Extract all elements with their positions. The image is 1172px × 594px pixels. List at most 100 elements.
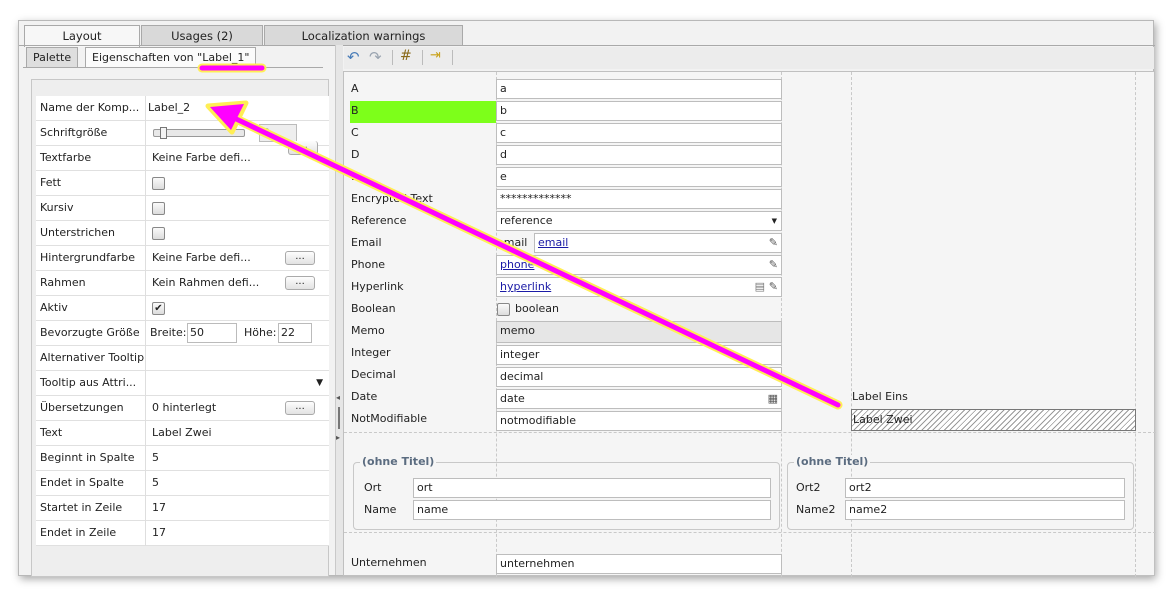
prop-tooltip-attr-value[interactable]: ▼ [147,371,329,396]
prop-row-start-col[interactable]: Beginnt in Spalte 5 [36,446,329,471]
grid-icon[interactable]: # [400,48,412,64]
prop-start-col-label: Beginnt in Spalte [36,446,146,471]
prop-text-label: Text [36,421,146,446]
email-prefix: email [497,236,528,249]
edit-icon[interactable]: ✎ [769,234,778,252]
reference-select[interactable]: reference ▼ [496,211,782,231]
prop-end-row-label: Endet in Zeile [36,521,146,546]
prop-row-end-row[interactable]: Endet in Zeile 17 [36,521,329,546]
width-label: Breite: [150,326,187,339]
prop-row-italic[interactable]: Kursiv [36,196,329,221]
prop-row-textcolor[interactable]: Textfarbe Keine Farbe defi... ... [36,141,329,171]
prop-start-col-value[interactable]: 5 [147,446,329,471]
email-link[interactable]: email [538,236,568,249]
prop-italic-value [147,196,329,221]
redo-icon[interactable]: ↷ [369,48,382,66]
decimal-input[interactable]: decimal [496,367,782,387]
unternehmen-input[interactable]: unternehmen [496,554,782,574]
phone-input[interactable]: phone ✎ [496,255,782,275]
underline-checkbox[interactable] [152,227,165,240]
field-label-reference: Reference [351,214,407,227]
label-zwei-selected[interactable]: Label Zwei [851,409,1136,431]
pane-splitter[interactable]: ◂ ▸ [335,45,343,575]
border-browse-button[interactable]: ... [285,276,315,290]
prop-row-name[interactable]: Name der Komp... Label_2 [36,96,329,121]
insert-icon[interactable]: ⇥ [430,48,441,63]
memo-input[interactable]: memo [496,321,782,343]
collapse-left-icon[interactable]: ◂ [336,393,340,402]
slider-thumb[interactable] [160,127,167,139]
prop-end-col-value[interactable]: 5 [147,471,329,496]
calendar-icon[interactable]: ▦ [768,390,778,408]
tab-properties[interactable]: Eigenschaften von "Label_1" [85,47,257,67]
field-a-input[interactable]: a [496,79,782,99]
name2-input[interactable]: name2 [845,500,1125,520]
name-input[interactable]: name [413,500,771,520]
bold-checkbox[interactable] [152,177,165,190]
prop-row-underline[interactable]: Unterstrichen [36,221,329,246]
prop-text-value[interactable]: Label Zwei [147,421,329,446]
width-input[interactable]: 50 [187,323,237,343]
field-b-input[interactable]: b [496,101,782,121]
prop-row-border[interactable]: Rahmen Kein Rahmen defi... ... [36,271,329,296]
fontsize-slider[interactable] [153,127,245,139]
tab-palette[interactable]: Palette [26,47,79,67]
document-icon[interactable]: ▤ [755,278,765,296]
notmodifiable-input[interactable]: notmodifiable [496,411,782,431]
prop-row-alt-tooltip[interactable]: Alternativer Tooltip [36,346,329,371]
toolbar-separator [452,50,453,65]
prop-row-preferred-size[interactable]: Bevorzugte Größe Breite: 50 Höhe: 22 [36,321,329,346]
chevron-down-icon[interactable]: ▼ [772,212,777,230]
email-input[interactable]: email ✎ [534,233,782,253]
grid-line [344,432,1156,433]
field-c-input[interactable]: c [496,123,782,143]
tab-usages[interactable]: Usages (2) [141,25,263,46]
prop-alt-tooltip-value[interactable] [147,346,329,371]
prop-row-end-col[interactable]: Endet in Spalte 5 [36,471,329,496]
ort2-input[interactable]: ort2 [845,478,1125,498]
field-e-input[interactable]: e [496,167,782,187]
active-checkbox[interactable]: ✔ [152,302,165,315]
prop-name-label: Name der Komp... [36,96,146,121]
prop-row-translations[interactable]: Übersetzungen 0 hinterlegt ... [36,396,329,421]
group-title: (ohne Titel) [794,455,871,468]
field-d-input[interactable]: d [496,145,782,165]
splitter-grip[interactable] [338,407,340,429]
tab-localization-warnings[interactable]: Localization warnings [264,25,463,46]
prop-row-active[interactable]: Aktiv ✔ [36,296,329,321]
edit-icon[interactable]: ✎ [769,256,778,274]
collapse-right-icon[interactable]: ▸ [336,433,340,442]
toolbar-separator [392,50,393,65]
phone-link[interactable]: phone [500,258,534,271]
date-input[interactable]: date ▦ [496,389,782,409]
boolean-checkbox[interactable] [497,303,510,316]
integer-input[interactable]: integer [496,345,782,365]
hyperlink-link[interactable]: hyperlink [500,280,551,293]
hyperlink-input[interactable]: hyperlink ▤ ✎ [496,277,782,297]
textcolor-browse-button[interactable]: ... [288,141,318,155]
translations-browse-button[interactable]: ... [285,401,315,415]
prop-row-fontsize[interactable]: Schriftgröße 0 [36,121,329,146]
prop-row-tooltip-attr[interactable]: Tooltip aus Attri... ▼ [36,371,329,396]
prop-name-value[interactable]: Label_2 [147,96,329,121]
prop-row-bgcolor[interactable]: Hintergrundfarbe Keine Farbe defi... ... [36,246,329,271]
undo-icon[interactable]: ↶ [347,48,360,66]
date-value: date [500,392,525,405]
prop-row-start-row[interactable]: Startet in Zeile 17 [36,496,329,521]
encrypted-input[interactable]: ************* [496,189,782,209]
italic-checkbox[interactable] [152,202,165,215]
prop-end-row-value[interactable]: 17 [147,521,329,546]
bgcolor-browse-button[interactable]: ... [285,251,315,265]
tab-layout[interactable]: Layout [24,25,140,47]
field-label-email: Email [351,236,382,249]
prop-row-bold[interactable]: Fett [36,171,329,196]
edit-icon[interactable]: ✎ [769,278,778,296]
layout-toolbar: ↶ ↷ # ⇥ [344,47,1154,69]
fontsize-spinner[interactable]: 0 [259,124,297,142]
prop-start-row-value[interactable]: 17 [147,496,329,521]
height-input[interactable]: 22 [278,323,312,343]
dropdown-arrow-icon[interactable]: ▼ [316,371,323,395]
label-eins[interactable]: Label Eins [852,387,908,407]
prop-row-text[interactable]: Text Label Zwei [36,421,329,446]
ort-input[interactable]: ort [413,478,771,498]
